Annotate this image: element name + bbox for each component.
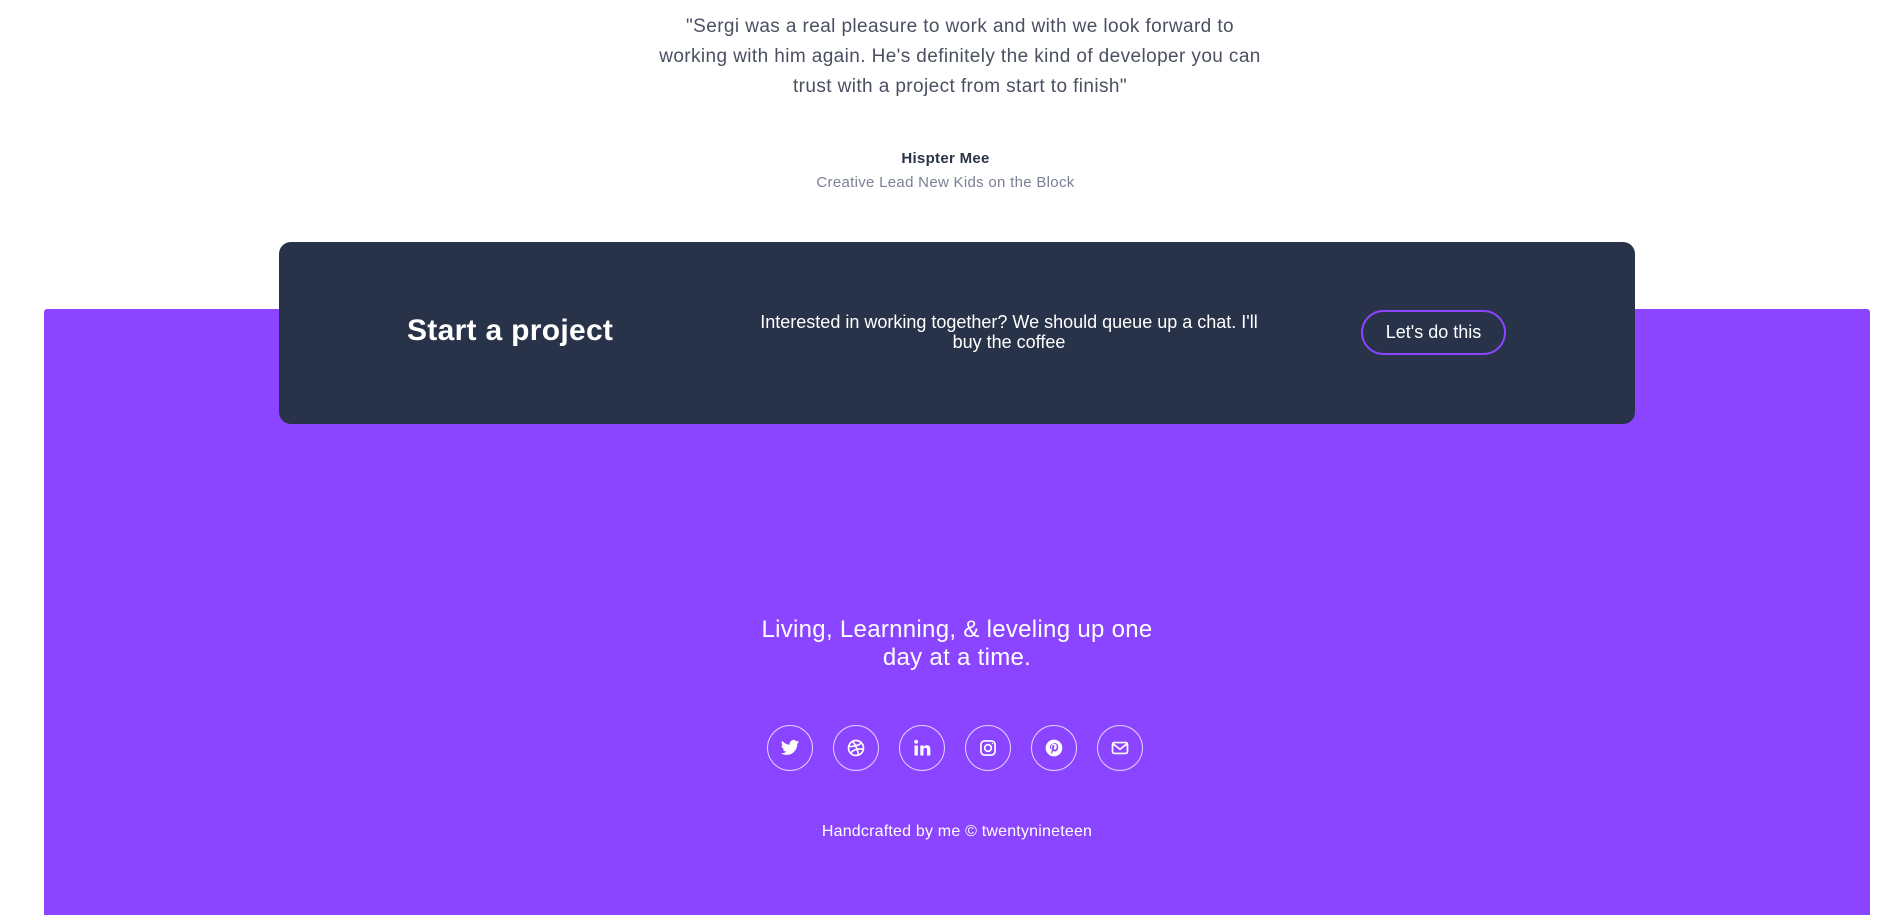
- testimonial-author-name: Hispter Mee: [901, 150, 990, 167]
- lets-do-this-button[interactable]: Let's do this: [1361, 310, 1506, 355]
- quote-line: trust with a project from start to finis…: [793, 76, 1127, 97]
- twitter-icon: [780, 740, 800, 755]
- tagline-line: day at a time.: [882, 644, 1032, 671]
- footer-tagline: Living, Learnning, & leveling up one day…: [44, 616, 1870, 672]
- quote-line: "Sergi was a real pleasure to work and w…: [686, 16, 1234, 37]
- instagram-icon: [980, 740, 996, 756]
- tagline-line: Living, Learnning, & leveling up one: [761, 616, 1153, 643]
- pinterest-icon: [1045, 739, 1063, 757]
- quote-line: working with him again. He's definitely …: [659, 46, 1261, 67]
- testimonial-quote: "Sergi was a real pleasure to work and w…: [620, 12, 1300, 102]
- instagram-link[interactable]: [965, 725, 1011, 771]
- pinterest-link[interactable]: [1031, 725, 1077, 771]
- twitter-link[interactable]: [767, 725, 813, 771]
- cta-text: Interested in working together? We shoul…: [760, 312, 1258, 352]
- page: "Sergi was a real pleasure to work and w…: [0, 0, 1891, 915]
- email-link[interactable]: [1097, 725, 1143, 771]
- footer-credit: Handcrafted by me © twentynineteen: [821, 823, 1093, 840]
- cta-title: Start a project: [407, 314, 614, 347]
- social-links: [767, 725, 1143, 771]
- testimonial-author-role: Creative Lead New Kids on the Block: [816, 174, 1075, 191]
- dribbble-icon: [847, 739, 865, 757]
- start-project-banner: Start a project Interested in working to…: [279, 242, 1635, 424]
- dribbble-link[interactable]: [833, 725, 879, 771]
- email-icon: [1111, 741, 1129, 755]
- linkedin-link[interactable]: [899, 725, 945, 771]
- linkedin-icon: [914, 739, 931, 756]
